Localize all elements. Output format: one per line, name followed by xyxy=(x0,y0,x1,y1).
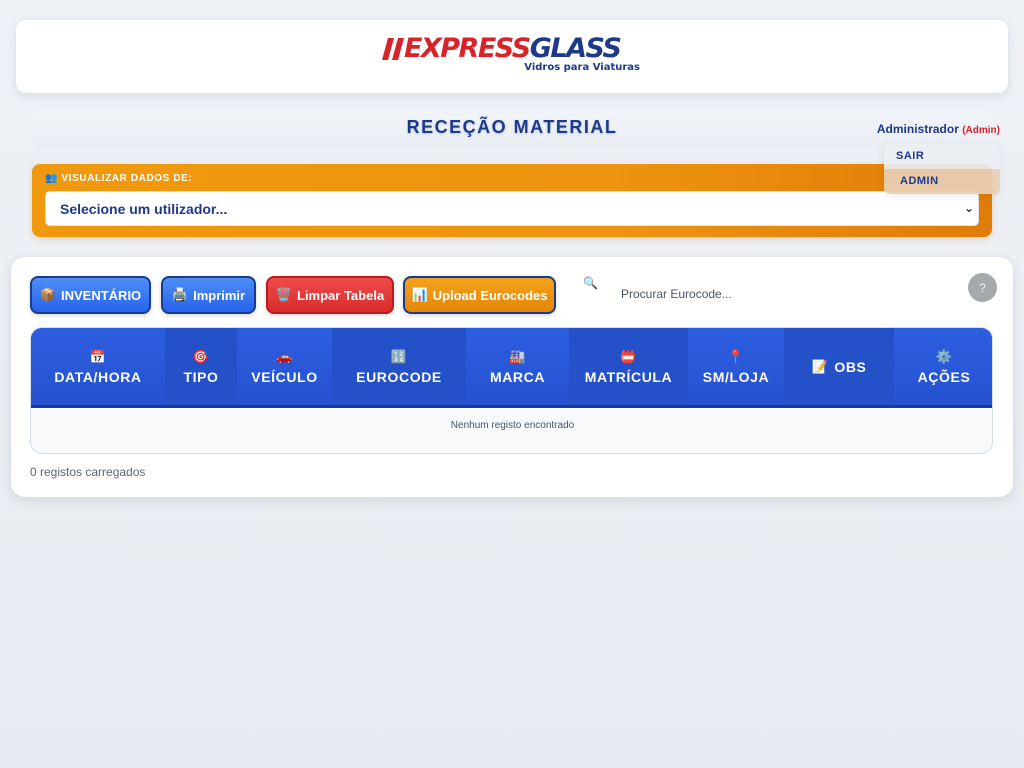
column-label: EUROCODE xyxy=(356,368,442,385)
help-button[interactable]: ? xyxy=(968,273,997,302)
target-icon: 🎯 xyxy=(192,348,210,364)
menu-item-admin[interactable]: ADMIN xyxy=(900,175,939,187)
main-card: 📦 INVENTÁRIO 🖨️ Imprimir 🗑️ Limpar Tabel… xyxy=(11,257,1013,497)
chart-icon: 📊 xyxy=(411,287,428,302)
column-label: TIPO xyxy=(183,368,219,385)
logo-tagline: Vidros para Viaturas xyxy=(524,61,640,73)
gear-icon: ⚙️ xyxy=(935,348,953,364)
view-data-label-text: VISUALIZAR DADOS DE: xyxy=(61,173,193,184)
trash-icon: 🗑️ xyxy=(275,287,292,302)
logo-glass-text: GLASS xyxy=(529,32,622,64)
column-label: MATRÍCULA xyxy=(584,368,673,385)
menu-item-sair[interactable]: SAIR xyxy=(896,150,924,162)
logo-express-text: EXPRESS xyxy=(404,32,531,64)
inventory-button-label: INVENTÁRIO xyxy=(61,287,142,303)
chevron-down-icon: ⌄ xyxy=(963,201,974,215)
memo-icon: 📝 xyxy=(811,358,829,374)
users-icon: 👥 xyxy=(45,173,59,184)
factory-icon: 🏭 xyxy=(509,348,526,364)
user-info[interactable]: Administrador (Admin) xyxy=(877,122,1000,136)
calendar-icon: 📅 xyxy=(89,348,107,364)
search-eurocode-input[interactable] xyxy=(613,283,913,305)
column-sm-loja[interactable]: 📍 SM/LOJA xyxy=(688,328,784,405)
numbers-icon: 🔢 xyxy=(390,348,408,364)
column-label: SM/LOJA xyxy=(702,368,770,385)
column-label: OBS xyxy=(834,358,867,375)
column-data-hora[interactable]: 📅 DATA/HORA xyxy=(31,328,165,405)
pin-icon: 📍 xyxy=(727,348,745,364)
column-label: DATA/HORA xyxy=(54,368,142,385)
print-button-label: Imprimir xyxy=(193,287,246,303)
expressglass-logo[interactable]: EXPRESSGLASS Vidros para Viaturas xyxy=(382,32,642,80)
clear-table-button-label: Limpar Tabela xyxy=(297,287,385,303)
upload-eurocodes-button-label: Upload Eurocodes xyxy=(432,287,548,303)
records-count: 0 registos carregados xyxy=(30,465,146,479)
column-eurocode[interactable]: 🔢 EUROCODE xyxy=(332,328,466,405)
user-select-value: Selecione um utilizador... xyxy=(60,200,228,217)
user-select[interactable]: Selecione um utilizador... ⌄ xyxy=(45,191,979,226)
plate-icon: 📛 xyxy=(620,348,637,364)
column-obs[interactable]: 📝 OBS xyxy=(784,328,894,405)
print-button[interactable]: 🖨️ Imprimir xyxy=(161,276,256,314)
upload-eurocodes-button[interactable]: 📊 Upload Eurocodes xyxy=(403,276,556,314)
car-icon: 🚗 xyxy=(276,348,293,364)
page-title: RECEÇÃO MATERIAL xyxy=(406,117,618,137)
user-dropdown-menu: SAIR ADMIN xyxy=(884,144,1000,194)
logo-card: EXPRESSGLASS Vidros para Viaturas xyxy=(16,20,1008,93)
clear-table-button[interactable]: 🗑️ Limpar Tabela xyxy=(266,276,394,314)
column-veiculo[interactable]: 🚗 VEÍCULO xyxy=(237,328,332,405)
records-table: 📅 DATA/HORA 🎯 TIPO 🚗 VEÍCULO 🔢 EUROCODE … xyxy=(30,327,993,454)
logo-wordmark: EXPRESSGLASS xyxy=(404,32,622,64)
user-name: Administrador xyxy=(876,122,959,136)
package-icon: 📦 xyxy=(39,287,56,302)
user-role: (Admin) xyxy=(962,125,1000,136)
empty-table-message: Nenhum registo encontrado xyxy=(450,420,575,431)
view-data-label: 👥 VISUALIZAR DADOS DE: xyxy=(45,173,192,184)
column-marca[interactable]: 🏭 MARCA xyxy=(466,328,569,405)
view-data-panel: 👥 VISUALIZAR DADOS DE: Selecione um util… xyxy=(32,164,992,237)
table-header: 📅 DATA/HORA 🎯 TIPO 🚗 VEÍCULO 🔢 EUROCODE … xyxy=(31,328,992,408)
column-label: MARCA xyxy=(489,368,546,385)
printer-icon: 🖨️ xyxy=(171,287,189,302)
column-acoes[interactable]: ⚙️ AÇÕES xyxy=(894,328,992,405)
inventory-button[interactable]: 📦 INVENTÁRIO xyxy=(30,276,151,314)
column-matricula[interactable]: 📛 MATRÍCULA xyxy=(569,328,688,405)
column-tipo[interactable]: 🎯 TIPO xyxy=(165,328,237,405)
column-label: AÇÕES xyxy=(917,368,971,385)
search-icon: 🔍 xyxy=(583,276,598,290)
logo-slashes-icon xyxy=(382,37,404,60)
column-label: VEÍCULO xyxy=(251,368,318,385)
